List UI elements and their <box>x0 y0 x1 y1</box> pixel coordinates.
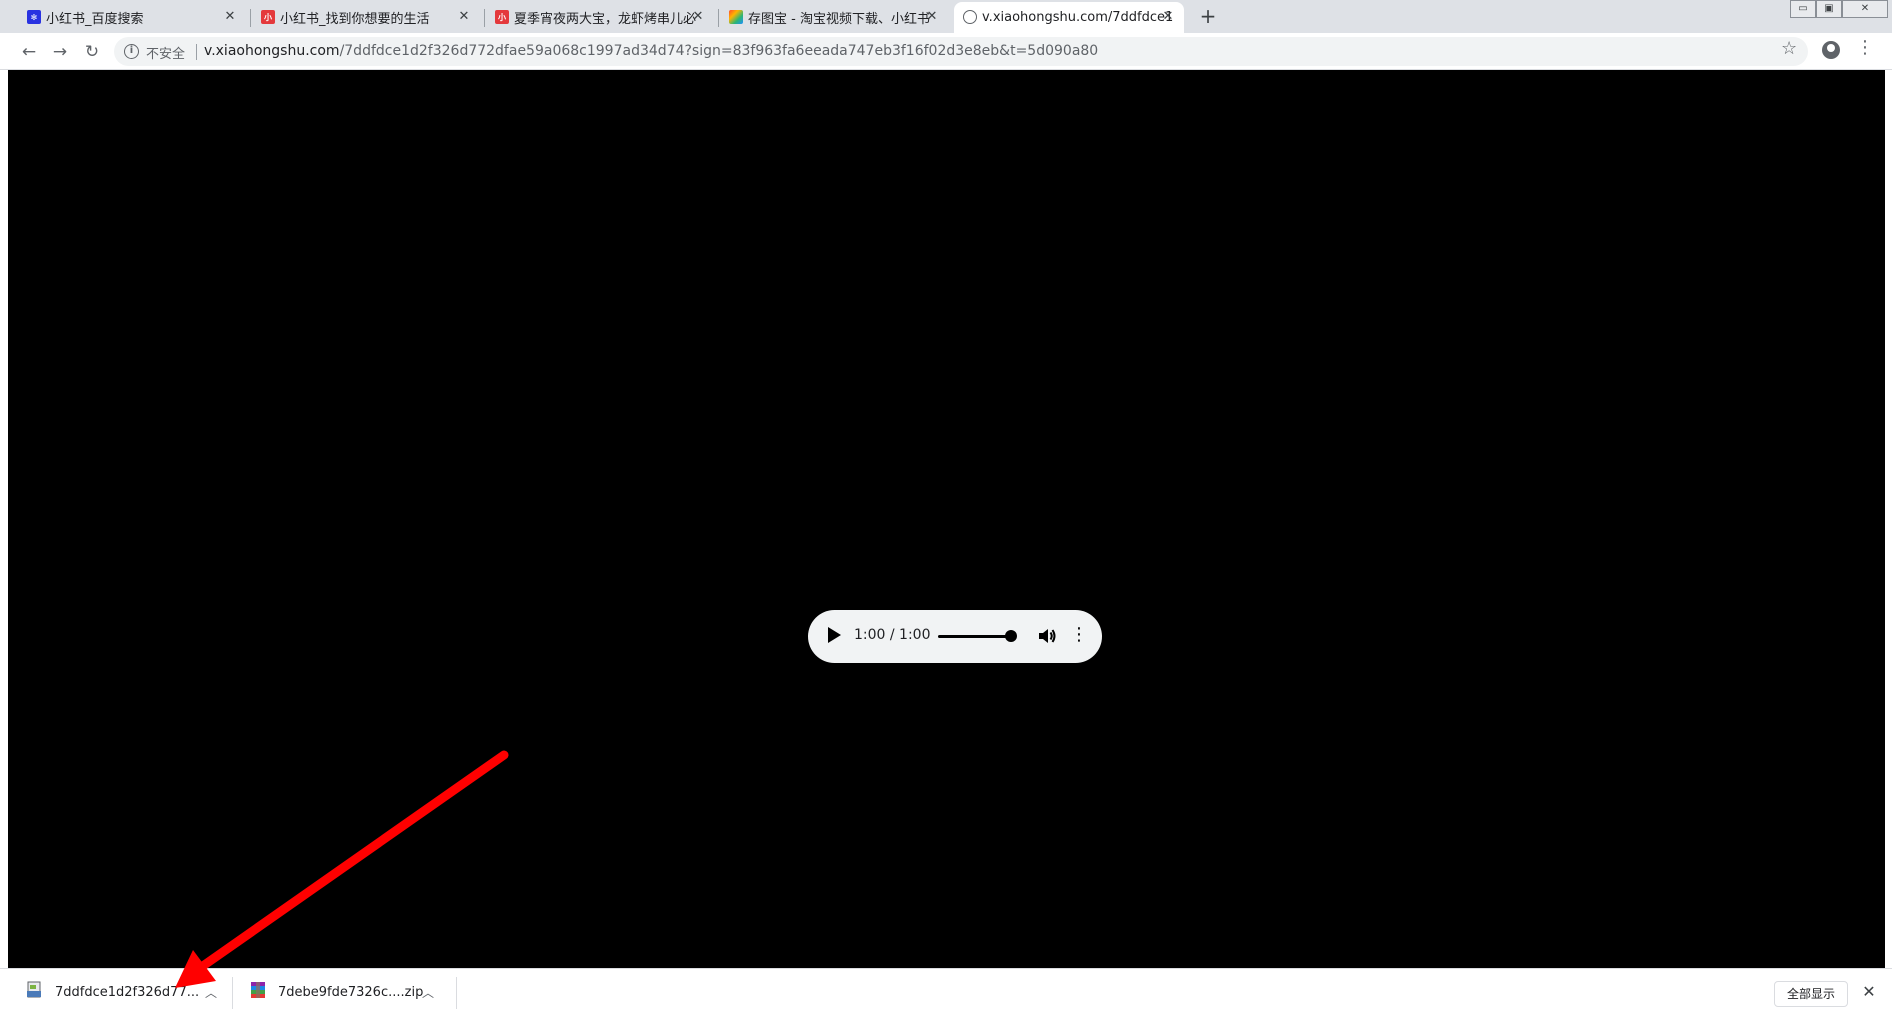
reload-button[interactable]: ↻ <box>80 40 104 64</box>
tab-cuntubao[interactable]: 存图宝 - 淘宝视频下载、小红书 ✕ <box>720 2 948 33</box>
close-icon[interactable]: ✕ <box>924 9 940 25</box>
audio-player: 1:00 / 1:00 ⋮ <box>808 610 1102 663</box>
more-options-icon[interactable]: ⋮ <box>1070 625 1088 645</box>
restore-button[interactable]: ▣ <box>1816 0 1842 18</box>
volume-icon[interactable] <box>1036 625 1058 647</box>
tab-divider <box>718 9 719 27</box>
browser-window: ✻ 小红书_百度搜索 ✕ 小 小红书_找到你想要的生活 ✕ 小 夏季宵夜两大宝，… <box>0 0 1892 1017</box>
window-close-button[interactable]: ✕ <box>1842 0 1888 18</box>
close-icon[interactable]: ✕ <box>690 9 706 25</box>
play-icon[interactable] <box>828 627 841 643</box>
forward-button[interactable]: → <box>48 40 72 64</box>
baidu-paw-icon: ✻ <box>27 10 41 24</box>
url-text[interactable]: v.xiaohongshu.com/7ddfdce1d2f326d772dfae… <box>204 43 1098 59</box>
file-icon <box>27 981 41 998</box>
url-host: v.xiaohongshu.com <box>204 43 340 59</box>
playback-time: 1:00 / 1:00 <box>854 627 931 643</box>
progress-slider[interactable] <box>938 635 1010 638</box>
tab-title: 小红书_找到你想要的生活 <box>280 12 430 27</box>
tab-active-video[interactable]: v.xiaohongshu.com/7ddfdce1 ✕ <box>954 2 1184 33</box>
profile-avatar-icon[interactable] <box>1822 41 1840 59</box>
close-icon[interactable]: ✕ <box>1160 9 1176 25</box>
close-icon[interactable]: ✕ <box>222 9 238 25</box>
tab-divider <box>250 9 251 27</box>
browser-toolbar: ← → ↻ i 不安全 v.xiaohongshu.com/7ddfdce1d2… <box>0 33 1892 70</box>
tab-title: 小红书_百度搜索 <box>46 12 144 27</box>
chevron-up-icon[interactable]: ︿ <box>422 984 434 1001</box>
tab-strip: ✻ 小红书_百度搜索 ✕ 小 小红书_找到你想要的生活 ✕ 小 夏季宵夜两大宝，… <box>0 0 1892 33</box>
close-icon[interactable]: ✕ <box>456 9 472 25</box>
close-download-shelf-icon[interactable]: ✕ <box>1858 981 1880 1003</box>
security-label[interactable]: 不安全 <box>146 43 185 62</box>
tab-baidu-search[interactable]: ✻ 小红书_百度搜索 ✕ <box>18 2 246 33</box>
download-shelf: 7ddfdce1d2f326d77... ︿ 7debe9fde7326c...… <box>0 968 1892 1017</box>
cuntubao-icon <box>729 10 743 24</box>
progress-thumb[interactable] <box>1005 630 1017 642</box>
xiaohongshu-icon: 小 <box>261 10 275 24</box>
download-filename: 7debe9fde7326c....zip <box>278 985 424 1000</box>
back-button[interactable]: ← <box>17 40 41 64</box>
tab-xiaohongshu-home[interactable]: 小 小红书_找到你想要的生活 ✕ <box>252 2 480 33</box>
new-tab-button[interactable]: + <box>1196 5 1220 29</box>
address-bar[interactable]: i 不安全 v.xiaohongshu.com/7ddfdce1d2f326d7… <box>114 37 1808 66</box>
xiaohongshu-icon: 小 <box>495 10 509 24</box>
bookmark-star-icon[interactable]: ☆ <box>1781 38 1797 59</box>
info-icon[interactable]: i <box>124 44 139 59</box>
chevron-up-icon[interactable]: ︿ <box>205 984 217 1001</box>
tab-title: 夏季宵夜两大宝，龙虾烤串儿必 <box>514 12 697 27</box>
kebab-menu-icon[interactable]: ⋮ <box>1856 39 1874 57</box>
download-item[interactable]: 7ddfdce1d2f326d77... ︿ <box>0 969 228 1017</box>
tab-title: v.xiaohongshu.com/7ddfdce1 <box>982 10 1174 25</box>
download-item[interactable]: 7debe9fde7326c....zip ︿ <box>234 969 454 1017</box>
minimize-button[interactable]: ▭ <box>1790 0 1816 18</box>
download-divider <box>232 977 233 1009</box>
tab-xiaohongshu-note[interactable]: 小 夏季宵夜两大宝，龙虾烤串儿必 ✕ <box>486 2 714 33</box>
omnibox-divider <box>196 44 197 60</box>
winrar-archive-icon <box>251 982 265 998</box>
media-viewer: 1:00 / 1:00 ⋮ <box>8 70 1885 968</box>
tab-divider <box>484 9 485 27</box>
url-path: /7ddfdce1d2f326d772dfae59a068c1997ad34d7… <box>339 43 1099 59</box>
globe-icon <box>963 10 977 24</box>
tab-title: 存图宝 - 淘宝视频下载、小红书 <box>748 12 930 27</box>
download-divider <box>456 977 457 1009</box>
show-all-downloads-button[interactable]: 全部显示 <box>1774 981 1848 1007</box>
download-filename: 7ddfdce1d2f326d77... <box>55 985 200 1000</box>
